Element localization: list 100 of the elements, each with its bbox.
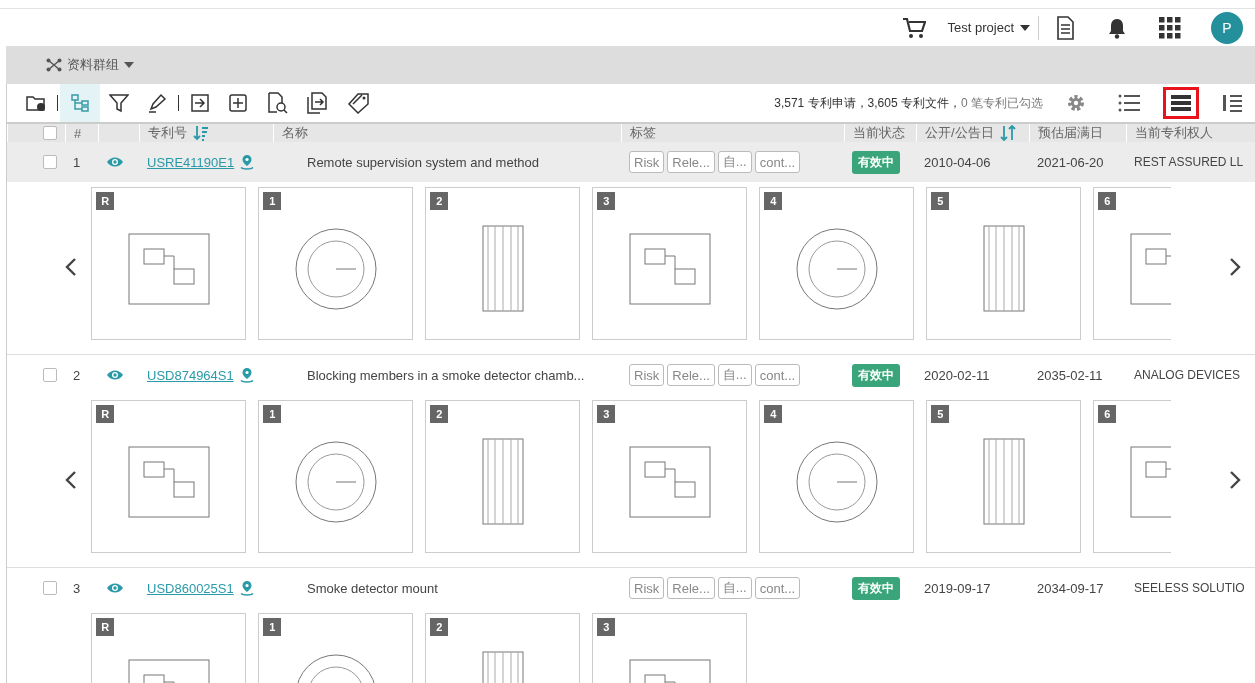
patent-number-link[interactable]: USD874964S1 bbox=[147, 367, 234, 383]
column-header[interactable]: 当前专利权人 bbox=[1135, 124, 1213, 142]
figure-thumbnail[interactable]: R bbox=[91, 400, 247, 553]
figure-thumbnail[interactable]: 3 bbox=[592, 613, 748, 683]
tag-chip[interactable]: Rele... bbox=[667, 151, 715, 173]
eye-icon[interactable] bbox=[106, 582, 124, 594]
chevron-left-icon[interactable] bbox=[65, 471, 78, 489]
tag-chip[interactable]: Risk bbox=[629, 364, 665, 386]
figure-label: 2 bbox=[430, 192, 449, 210]
export-icon[interactable] bbox=[190, 93, 210, 113]
assignee: SEELESS SOLUTIO bbox=[1134, 581, 1245, 595]
map-pin-icon[interactable] bbox=[239, 580, 254, 596]
tag-chip[interactable]: cont... bbox=[754, 577, 801, 599]
column-header[interactable]: 预估届满日 bbox=[1038, 124, 1103, 142]
tag-chip[interactable]: 自... bbox=[717, 364, 752, 386]
eye-icon[interactable] bbox=[106, 369, 124, 381]
document-search-icon[interactable] bbox=[266, 92, 288, 114]
status-badge: 有效中 bbox=[852, 363, 900, 387]
column-header[interactable]: 专利号 bbox=[148, 124, 187, 142]
figure-thumbnail[interactable]: 2 bbox=[425, 613, 581, 683]
figure-thumbnail[interactable]: 5 bbox=[926, 400, 1082, 553]
tag-chip[interactable]: Rele... bbox=[667, 364, 715, 386]
tag-chip[interactable]: Risk bbox=[629, 151, 665, 173]
chevron-right-icon[interactable] bbox=[1229, 258, 1241, 276]
figure-label: 2 bbox=[430, 618, 449, 636]
figure-thumbnail[interactable]: 1 bbox=[258, 187, 414, 340]
row-number: 3 bbox=[73, 580, 81, 596]
figure-thumbnail[interactable]: R bbox=[91, 613, 247, 683]
filter-icon[interactable] bbox=[109, 93, 129, 113]
patent-number-link[interactable]: USRE41190E1 bbox=[147, 154, 235, 170]
project-dropdown[interactable]: Test project bbox=[947, 20, 1030, 35]
figure-thumbnail[interactable]: 1 bbox=[258, 613, 414, 683]
user-avatar[interactable]: P bbox=[1211, 11, 1243, 44]
chevron-right-icon[interactable] bbox=[1229, 471, 1241, 489]
sort-icon[interactable] bbox=[999, 125, 1016, 141]
patent-title: Remote supervision system and method bbox=[307, 154, 539, 170]
figure-thumbnail[interactable]: R bbox=[91, 187, 247, 340]
table-row[interactable]: 2 USD874964S1 Blocking members in a smoke detector chamb... Risk Rele... 自... cont... 有效中 2020-02-11 2035-02-11 ANALOG DEVICES bbox=[7, 355, 1255, 395]
table-row[interactable]: 3 USD860025S1 Smoke detector mount Risk Rele... 自... cont... 有效中 2019-09-17 2034-09-17 SEELESS SOLUTIO bbox=[7, 568, 1255, 608]
eye-icon[interactable] bbox=[106, 156, 124, 168]
column-header[interactable]: 公开/公告日 bbox=[925, 124, 994, 142]
apps-grid-icon[interactable] bbox=[1159, 16, 1181, 39]
figure-label: 5 bbox=[931, 405, 950, 423]
tag-chip[interactable]: 自... bbox=[717, 577, 752, 599]
row-view-button[interactable] bbox=[1163, 87, 1199, 119]
publication-date: 2010-04-06 bbox=[924, 154, 991, 170]
row-number: 2 bbox=[73, 367, 81, 383]
cart-icon[interactable] bbox=[901, 16, 926, 39]
table-row[interactable]: 1 USRE41190E1 Remote supervision system and method Risk Rele... 自... cont... 有效中 2010-04-06 2021-06-20 REST ASSURED LL bbox=[7, 142, 1255, 182]
column-header[interactable]: # bbox=[74, 125, 82, 141]
network-icon bbox=[46, 58, 62, 72]
split-view-icon bbox=[1222, 93, 1244, 113]
patent-number-link[interactable]: USD860025S1 bbox=[147, 580, 234, 596]
figure-thumbnail[interactable]: 4 bbox=[759, 187, 915, 340]
map-pin-icon[interactable] bbox=[239, 367, 254, 383]
settings-icon[interactable] bbox=[1066, 93, 1086, 113]
column-header[interactable]: 标签 bbox=[630, 124, 656, 142]
group-dropdown[interactable]: 资料群组 bbox=[46, 56, 134, 74]
figure-thumbnail[interactable]: 4 bbox=[759, 400, 915, 553]
figure-thumbnail[interactable]: 6 bbox=[1093, 187, 1171, 340]
row-checkbox[interactable] bbox=[43, 581, 57, 595]
expiry-date: 2034-09-17 bbox=[1037, 580, 1104, 596]
sort-icon[interactable] bbox=[193, 125, 209, 141]
figure-label: 5 bbox=[931, 192, 950, 210]
document-icon[interactable] bbox=[1055, 15, 1075, 40]
bell-icon[interactable] bbox=[1107, 16, 1127, 39]
figure-label: 1 bbox=[263, 405, 282, 423]
column-header[interactable]: 当前状态 bbox=[853, 124, 905, 142]
select-all-checkbox[interactable] bbox=[43, 126, 57, 140]
map-pin-icon[interactable] bbox=[240, 154, 255, 170]
figure-thumbnail[interactable]: 2 bbox=[425, 187, 581, 340]
figure-thumbnail[interactable]: 2 bbox=[425, 400, 581, 553]
folder-info-icon[interactable] bbox=[26, 94, 46, 112]
add-icon[interactable] bbox=[228, 93, 248, 113]
figure-label: R bbox=[96, 405, 115, 423]
figure-label: 3 bbox=[597, 192, 616, 210]
compare-icon[interactable] bbox=[306, 92, 328, 114]
figure-thumbnail[interactable]: 5 bbox=[926, 187, 1082, 340]
figure-label: R bbox=[96, 618, 115, 636]
tag-icon[interactable] bbox=[346, 92, 372, 114]
assignee: REST ASSURED LL bbox=[1134, 155, 1244, 169]
figure-thumbnail[interactable]: 6 bbox=[1093, 400, 1171, 553]
row-checkbox[interactable] bbox=[43, 155, 57, 169]
column-header[interactable]: 名称 bbox=[282, 124, 308, 142]
figure-thumbnail[interactable]: 3 bbox=[592, 400, 748, 553]
tag-chip[interactable]: cont... bbox=[754, 151, 801, 173]
figure-label: 1 bbox=[263, 192, 282, 210]
highlighter-icon[interactable] bbox=[147, 93, 167, 113]
figure-thumbnail[interactable]: 1 bbox=[258, 400, 414, 553]
result-summary: 3,571 专利申请，3,605 专利文件，0 笔专利已勾选 bbox=[774, 94, 1043, 112]
tag-chip[interactable]: Rele... bbox=[667, 577, 715, 599]
figure-thumbnail[interactable]: 3 bbox=[592, 187, 748, 340]
publication-date: 2020-02-11 bbox=[924, 367, 990, 383]
patent-title: Blocking members in a smoke detector chamb... bbox=[307, 367, 585, 383]
tag-chip[interactable]: Risk bbox=[629, 577, 665, 599]
row-checkbox[interactable] bbox=[43, 368, 57, 382]
tag-chip[interactable]: cont... bbox=[754, 364, 801, 386]
tag-chip[interactable]: 自... bbox=[717, 151, 752, 173]
chevron-left-icon[interactable] bbox=[65, 258, 78, 276]
expiry-date: 2021-06-20 bbox=[1037, 154, 1104, 170]
